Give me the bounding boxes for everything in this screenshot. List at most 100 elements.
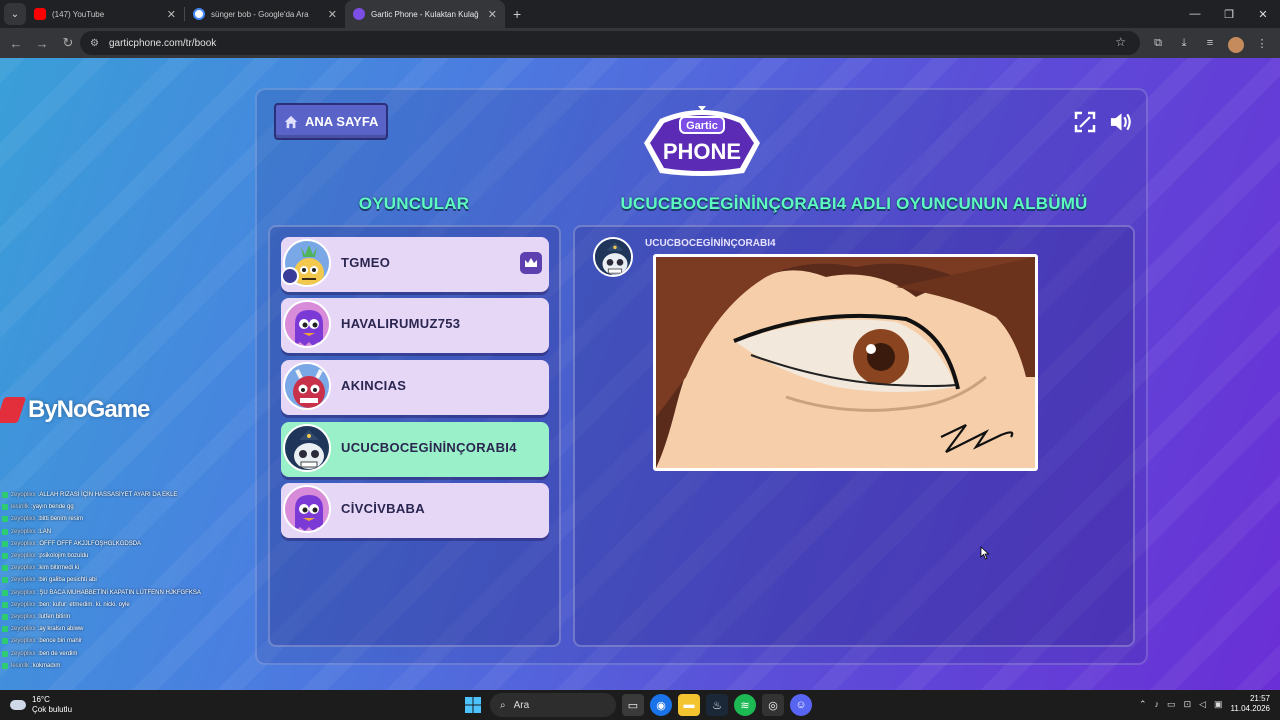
chrome-icon[interactable]: ◉ — [650, 694, 672, 716]
extensions-icon[interactable]: ⧉ — [1148, 31, 1168, 55]
new-tab-button[interactable]: + — [513, 6, 521, 22]
chat-username: zeyoplixx — [11, 589, 36, 596]
home-button[interactable]: ANA SAYFA — [274, 103, 388, 140]
search-icon: ⌕ — [500, 699, 506, 711]
url-input[interactable]: ⚙ garticphone.com/tr/book ☆ — [80, 31, 1140, 55]
restore-icon[interactable]: ❐ — [1212, 0, 1246, 28]
chat-text: ben: kufur: etmedim. ki. nicki. oyle — [39, 601, 130, 608]
chat-text: kokmadım — [32, 662, 61, 669]
tab-gartic[interactable]: Gartic Phone - Kulaktan Kulağ ✕ — [345, 0, 505, 28]
chat-text: psikolojim bozuldu — [39, 553, 89, 560]
chat-badge-icon — [2, 638, 8, 645]
window-controls: — ❐ ✕ — [1178, 0, 1280, 28]
google-icon — [193, 8, 205, 20]
address-bar-row: ← → ↻ ⚙ garticphone.com/tr/book ☆ ⧉ ⤓ ≡ … — [0, 28, 1280, 58]
close-icon[interactable]: ✕ — [328, 8, 337, 21]
steam-icon[interactable]: ♨ — [706, 694, 728, 716]
chat-badge-icon — [2, 492, 8, 499]
host-badge-icon — [281, 267, 299, 285]
weather-widget[interactable]: 16°C Çok bulutlu — [10, 695, 72, 715]
chat-badge-icon — [2, 565, 8, 572]
more-icon[interactable]: ⋮ — [1252, 31, 1272, 55]
download-icon[interactable]: ⤓ — [1174, 31, 1194, 55]
chat-badge-icon — [2, 504, 8, 511]
player-card-selected[interactable]: UCUCBOCEGİNİNÇORABI4 — [281, 422, 549, 477]
close-icon[interactable]: ✕ — [488, 8, 497, 21]
chat-text: ŞU BACA MUHABBETİNİ KAPATIN LÜTFENN HJKF… — [39, 589, 201, 596]
start-icon[interactable] — [462, 694, 484, 716]
chat-text: bitti benim resim — [39, 516, 84, 523]
mic-icon[interactable]: ♪ — [1155, 699, 1160, 709]
close-window-icon[interactable]: ✕ — [1246, 0, 1280, 28]
minimize-icon[interactable]: — — [1178, 0, 1212, 28]
stream-chat: zeyoplixx: ALLAH RIZASI İÇİN HASSASİYET … — [2, 489, 242, 672]
youtube-icon — [34, 8, 46, 20]
chat-username: zeyoplixx — [11, 638, 36, 645]
reload-icon[interactable]: ↻ — [56, 31, 80, 55]
chat-message: zeyoplixx: ay kralsın abiww — [2, 623, 242, 635]
chevron-up-icon[interactable]: ⌃ — [1139, 699, 1147, 710]
cloud-icon — [10, 700, 26, 710]
chat-badge-icon — [2, 601, 8, 608]
chat-message: zeyoplixx: bitti benim resim — [2, 513, 242, 525]
chat-message: zeyoplixx: ALLAH RIZASI İÇİN HASSASİYET … — [2, 489, 242, 501]
chat-badge-icon — [2, 662, 8, 669]
network-icon[interactable]: ⊡ — [1184, 699, 1192, 710]
chat-text: kim bitirmedi ki — [39, 565, 80, 572]
skull-avatar — [593, 237, 633, 277]
battery-icon[interactable]: ▣ — [1214, 699, 1223, 710]
bynogame-mark-icon — [0, 397, 27, 423]
chat-text: ALLAH RIZASI İÇİN HASSASİYET AYARI DA EK… — [39, 492, 178, 499]
star-icon[interactable]: ☆ — [1115, 35, 1126, 49]
tab-youtube[interactable]: (147) YouTube ✕ — [26, 0, 184, 28]
chat-badge-icon — [2, 540, 8, 547]
taskbar: 16°C Çok bulutlu ⌕ Ara ▭ ◉ ▬ ♨ ≋ ◎ ☺ ⌃ ♪… — [0, 690, 1280, 720]
task-view-icon[interactable]: ▭ — [622, 694, 644, 716]
fullscreen-icon[interactable] — [1072, 109, 1097, 134]
speaker-icon[interactable]: ◁ — [1199, 699, 1206, 710]
player-card[interactable]: HAVALIRUMUZ753 — [281, 298, 549, 353]
media-icon[interactable]: ≡ — [1200, 31, 1220, 55]
file-explorer-icon[interactable]: ▬ — [678, 694, 700, 716]
player-card[interactable]: TGMEO — [281, 237, 549, 292]
spotify-icon[interactable]: ≋ — [734, 694, 756, 716]
site-info-icon[interactable]: ⚙ — [90, 38, 99, 49]
taskbar-search[interactable]: ⌕ Ara — [490, 693, 616, 717]
player-card[interactable]: AKINCIAS — [281, 360, 549, 415]
tab-strip: ⌄ (147) YouTube ✕ sünger bob - Google'da… — [0, 0, 1280, 28]
volume-icon[interactable] — [1109, 109, 1134, 134]
chat-message: zeyoplixx: kim bitirmedi ki — [2, 562, 242, 574]
chat-text: ay kralsın abiww — [39, 626, 84, 633]
chat-text: lutfen bitirin — [39, 613, 71, 620]
discord-icon[interactable]: ☺ — [790, 694, 812, 716]
close-icon[interactable]: ✕ — [167, 8, 176, 21]
chat-username: zeyoplixx — [11, 613, 36, 620]
demon-avatar — [283, 362, 331, 410]
player-card[interactable]: CİVCİVBABA — [281, 483, 549, 538]
album-title: UCUCBOCEGİNİNÇORABI4 ADLI OYUNCUNUN ALBÜ… — [620, 194, 1088, 213]
forward-icon[interactable]: → — [30, 31, 54, 55]
tab-search-button[interactable]: ⌄ — [4, 3, 26, 25]
chat-message: zeyoplixx: LAN — [2, 526, 242, 538]
chat-text: ben de verdim — [39, 650, 78, 657]
chat-badge-icon — [2, 516, 8, 523]
back-icon[interactable]: ← — [4, 31, 28, 55]
album-author-name: UCUCBOCEGİNİNÇORABI4 — [645, 238, 776, 249]
obs-icon[interactable]: ◎ — [762, 694, 784, 716]
chat-message: lesinllk: kokmadım — [2, 660, 242, 672]
chat-username: lesinllk — [11, 504, 30, 511]
chat-badge-icon — [2, 650, 8, 657]
chat-username: zeyoplixx — [11, 601, 36, 608]
crown-icon — [520, 252, 542, 274]
eye-drawing-image — [656, 257, 1035, 468]
clock[interactable]: 21:57 11.04.2026 — [1231, 694, 1270, 714]
chat-message: zeyoplixx: biri galiba pesichti abi — [2, 574, 242, 586]
chat-username: zeyoplixx — [11, 650, 36, 657]
profile-icon[interactable] — [1226, 31, 1246, 55]
display-icon[interactable]: ▭ — [1167, 699, 1176, 710]
chat-username: zeyoplixx — [11, 516, 36, 523]
chat-text: OFFF OFFF AKJJLFOŞHGLKGDSDA — [39, 540, 142, 547]
chat-text: bence biri mahir — [39, 638, 83, 645]
chat-message: zeyoplixx: ŞU BACA MUHABBETİNİ KAPATIN L… — [2, 587, 242, 599]
tab-google[interactable]: sünger bob - Google'da Ara ✕ — [185, 0, 345, 28]
